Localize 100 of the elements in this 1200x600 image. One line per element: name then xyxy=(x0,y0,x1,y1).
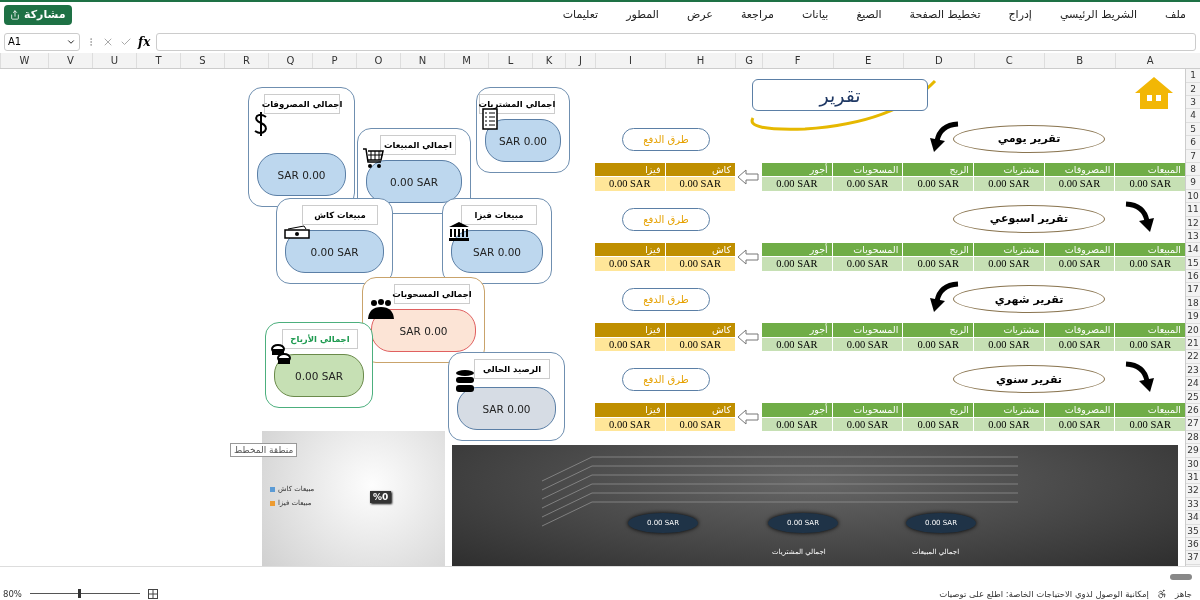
row-number[interactable]: 8 xyxy=(1186,162,1200,177)
row-number[interactable]: 10 xyxy=(1186,189,1200,204)
home-icon[interactable] xyxy=(1133,75,1175,112)
zoom-slider-thumb[interactable] xyxy=(78,589,82,599)
hollow-arrow-icon xyxy=(737,168,759,185)
menu-item[interactable]: ملف xyxy=(1165,8,1186,22)
menu-item[interactable]: مراجعة xyxy=(740,8,774,22)
row-number[interactable]: 15 xyxy=(1186,256,1200,271)
row-number[interactable]: 1 xyxy=(1186,69,1200,83)
card-value: 0.00 SAR xyxy=(366,160,462,204)
row-number[interactable]: 34 xyxy=(1186,511,1200,525)
menu-item[interactable]: إدراج xyxy=(1008,8,1032,22)
row-number[interactable]: 14 xyxy=(1186,243,1200,257)
table-cell: 0.00 SAR xyxy=(903,177,973,191)
row-number[interactable]: 2 xyxy=(1186,82,1200,96)
column-header[interactable]: B xyxy=(1044,53,1115,69)
column-header[interactable]: D xyxy=(903,53,974,69)
column-header[interactable]: S xyxy=(180,53,224,69)
column-header[interactable]: F xyxy=(762,53,833,69)
row-number[interactable]: 29 xyxy=(1186,444,1200,458)
menu-item[interactable]: عرض xyxy=(686,8,713,22)
menu-item[interactable]: تعليمات xyxy=(562,8,599,22)
name-box[interactable]: A1 xyxy=(4,32,80,51)
menu-item[interactable]: المطور xyxy=(626,8,659,22)
row-number[interactable]: 3 xyxy=(1186,96,1200,110)
row-number[interactable]: 31 xyxy=(1186,470,1200,485)
column-header[interactable]: J xyxy=(565,53,595,69)
column-heading: الربح xyxy=(903,162,973,177)
card-title: اجمالي المبيعات xyxy=(380,135,456,156)
column-header[interactable]: C xyxy=(973,53,1044,69)
row-number[interactable]: 20 xyxy=(1186,323,1200,338)
row-number[interactable]: 12 xyxy=(1186,216,1200,230)
row-number[interactable]: 30 xyxy=(1186,457,1200,471)
row-number[interactable]: 32 xyxy=(1186,484,1200,498)
row-number[interactable]: 16 xyxy=(1186,270,1200,284)
hollow-arrow-icon xyxy=(737,248,759,265)
card-title: الرصيد الحالي xyxy=(474,359,550,380)
row-number[interactable]: 26 xyxy=(1186,404,1200,418)
scrollbar-thumb[interactable] xyxy=(1170,574,1192,581)
curved-arrow-icon xyxy=(928,120,960,153)
row-number[interactable]: 21 xyxy=(1186,337,1200,351)
column-header[interactable]: V xyxy=(48,53,92,69)
zoom-level[interactable]: 80% xyxy=(3,588,22,599)
share-button[interactable]: مشاركة xyxy=(4,4,72,25)
row-number[interactable]: 22 xyxy=(1186,350,1200,364)
column-header[interactable]: E xyxy=(832,53,903,69)
table-cell: 0.00 SAR xyxy=(595,257,665,271)
table-cell: 0.00 SAR xyxy=(1115,417,1185,432)
card-title: اجمالي المصروفات xyxy=(264,94,340,115)
column-header[interactable]: I xyxy=(595,53,665,69)
row-number[interactable]: 36 xyxy=(1186,537,1200,552)
column-header[interactable]: T xyxy=(136,53,180,69)
row-number[interactable]: 18 xyxy=(1186,296,1200,311)
menu-item[interactable]: بيانات xyxy=(801,8,829,22)
row-number[interactable]: 23 xyxy=(1186,363,1200,378)
function-button[interactable]: fx xyxy=(138,34,151,49)
table-cell: 0.00 SAR xyxy=(974,337,1044,351)
column-header[interactable]: O xyxy=(356,53,400,69)
row-number[interactable]: 7 xyxy=(1186,149,1200,163)
column-header[interactable]: K xyxy=(532,53,565,69)
row-number[interactable]: 5 xyxy=(1186,122,1200,137)
row-number[interactable]: 11 xyxy=(1186,203,1200,217)
row-number[interactable]: 24 xyxy=(1186,377,1200,391)
column-header[interactable]: U xyxy=(92,53,136,69)
column-heading: مشتريات xyxy=(974,162,1044,177)
column-header[interactable]: R xyxy=(224,53,268,69)
column-heading: المصروفات xyxy=(1044,323,1115,337)
table-cell: 0.00 SAR xyxy=(832,257,903,271)
table-cell: 0.00 SAR xyxy=(1044,257,1115,271)
row-number[interactable]: 4 xyxy=(1186,109,1200,123)
row-number[interactable]: 6 xyxy=(1186,136,1200,150)
row-number[interactable]: 25 xyxy=(1186,390,1200,404)
row-number[interactable]: 35 xyxy=(1186,524,1200,538)
menu-item[interactable]: الشريط الرئيسي xyxy=(1059,8,1138,22)
column-header[interactable]: W xyxy=(0,53,48,69)
row-number[interactable]: 28 xyxy=(1186,430,1200,445)
column-header[interactable]: Q xyxy=(268,53,312,69)
menu-item[interactable]: الصيغ xyxy=(856,8,882,22)
column-header[interactable]: L xyxy=(488,53,532,69)
accessibility-status[interactable]: إمكانية الوصول لذوي الاحتياجات الخاصة: اطلع على توصيات xyxy=(939,588,1149,599)
row-number[interactable]: 27 xyxy=(1186,417,1200,431)
column-header[interactable]: H xyxy=(665,53,735,69)
formula-input[interactable] xyxy=(156,32,1196,51)
column-header[interactable]: N xyxy=(400,53,444,69)
page-break-view-icon[interactable] xyxy=(147,588,158,599)
column-header[interactable]: M xyxy=(444,53,488,69)
table-cell: 0.00 SAR xyxy=(595,337,665,351)
column-header[interactable]: G xyxy=(735,53,762,69)
row-number[interactable]: 13 xyxy=(1186,229,1200,244)
row-number[interactable]: 9 xyxy=(1186,176,1200,190)
payment-methods-label: طرق الدفع xyxy=(622,368,710,392)
shopping-cart-icon xyxy=(362,147,384,170)
row-number[interactable]: 33 xyxy=(1186,497,1200,512)
column-header[interactable]: A xyxy=(1114,53,1185,69)
menu-item[interactable]: تخطيط الصفحة xyxy=(909,8,981,22)
row-number[interactable]: 37 xyxy=(1186,551,1200,565)
row-number[interactable]: 19 xyxy=(1186,310,1200,324)
column-header[interactable]: P xyxy=(312,53,356,69)
table-cell: 0.00 SAR xyxy=(1044,337,1115,351)
row-number[interactable]: 17 xyxy=(1186,283,1200,297)
